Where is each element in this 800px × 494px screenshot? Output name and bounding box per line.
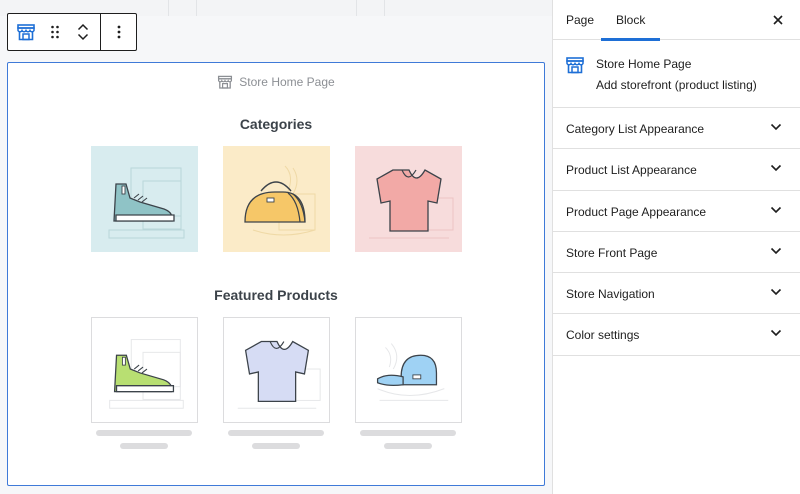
store-home-page-block[interactable]: Store Home Page Categories Featured Prod…: [7, 62, 545, 486]
panel-label: Category List Appearance: [566, 122, 705, 136]
block-card-title: Store Home Page: [596, 57, 692, 71]
chevron-down-icon: [770, 165, 782, 172]
more-options-button[interactable]: [101, 14, 136, 50]
panel-label: Color settings: [566, 328, 640, 343]
panel-category-list-appearance[interactable]: Category List Appearance: [553, 108, 800, 150]
tab-page[interactable]: Page: [566, 0, 594, 40]
divider: [168, 0, 169, 16]
product-title-placeholder: [360, 430, 456, 436]
panel-store-navigation[interactable]: Store Navigation: [553, 273, 800, 315]
product-title-placeholder: [96, 430, 192, 436]
panel-product-page-appearance[interactable]: Product Page Appearance: [553, 191, 800, 232]
product-tile[interactable]: [91, 317, 198, 423]
chevron-down-icon: [770, 206, 782, 213]
settings-sidebar: Page Block Store Home Page Add storefron…: [552, 0, 800, 494]
panel-store-front-page[interactable]: Store Front Page: [553, 232, 800, 274]
store-icon: [218, 75, 233, 89]
product-tile[interactable]: [223, 317, 330, 423]
panel-color-settings[interactable]: Color settings: [553, 314, 800, 356]
category-tile[interactable]: [355, 146, 462, 252]
store-icon: [17, 24, 35, 41]
sneaker-icon: [109, 339, 184, 409]
divider: [196, 0, 197, 16]
block-label: Store Home Page: [8, 74, 544, 90]
chevron-up-icon[interactable]: [77, 23, 89, 31]
panel-label: Product Page Appearance: [566, 204, 707, 219]
block-mover: [66, 14, 100, 50]
featured-products-title: Featured Products: [214, 287, 338, 303]
block-toolbar: [7, 13, 137, 51]
category-tile[interactable]: [223, 146, 330, 252]
tshirt-icon: [369, 169, 454, 239]
product-title-placeholder: [228, 430, 324, 436]
block-label-text: Store Home Page: [239, 75, 335, 89]
chevron-down-icon: [770, 123, 782, 131]
block-card: Store Home Page Add storefront (product …: [553, 40, 800, 108]
product-price-placeholder: [252, 443, 300, 449]
close-icon[interactable]: [770, 12, 786, 28]
chevron-down-icon: [770, 247, 782, 255]
sidebar-tabs: Page Block: [553, 0, 800, 41]
chevron-down-icon: [770, 289, 782, 296]
panel-label: Store Front Page: [566, 245, 658, 260]
tshirt-icon: [237, 340, 321, 409]
chevron-down-icon: [770, 330, 782, 337]
store-icon: [566, 57, 584, 74]
drag-handle-button[interactable]: [44, 14, 66, 50]
category-tile[interactable]: [91, 146, 198, 252]
panel-product-list-appearance[interactable]: Product List Appearance: [553, 149, 800, 191]
sneaker-icon: [108, 167, 185, 239]
block-card-description: Add storefront (product listing): [596, 78, 757, 92]
product-tile[interactable]: [355, 317, 462, 423]
handbag-icon: [244, 165, 316, 236]
editor-canvas: Store Home Page Categories Featured Prod…: [0, 0, 552, 494]
categories-title: Categories: [239, 116, 313, 132]
product-price-placeholder: [384, 443, 432, 449]
tab-block[interactable]: Block: [600, 0, 661, 41]
product-price-placeholder: [120, 443, 168, 449]
block-switcher-group: [8, 14, 100, 50]
panel-label: Product List Appearance: [566, 163, 697, 178]
chevron-down-icon[interactable]: [77, 33, 89, 41]
divider: [384, 0, 385, 16]
more-vertical-icon: [117, 25, 120, 39]
block-type-button[interactable]: [8, 14, 44, 50]
panel-label: Store Navigation: [566, 287, 655, 302]
drag-handle-icon: [51, 25, 59, 39]
divider: [356, 0, 357, 16]
cap-icon: [376, 343, 449, 401]
